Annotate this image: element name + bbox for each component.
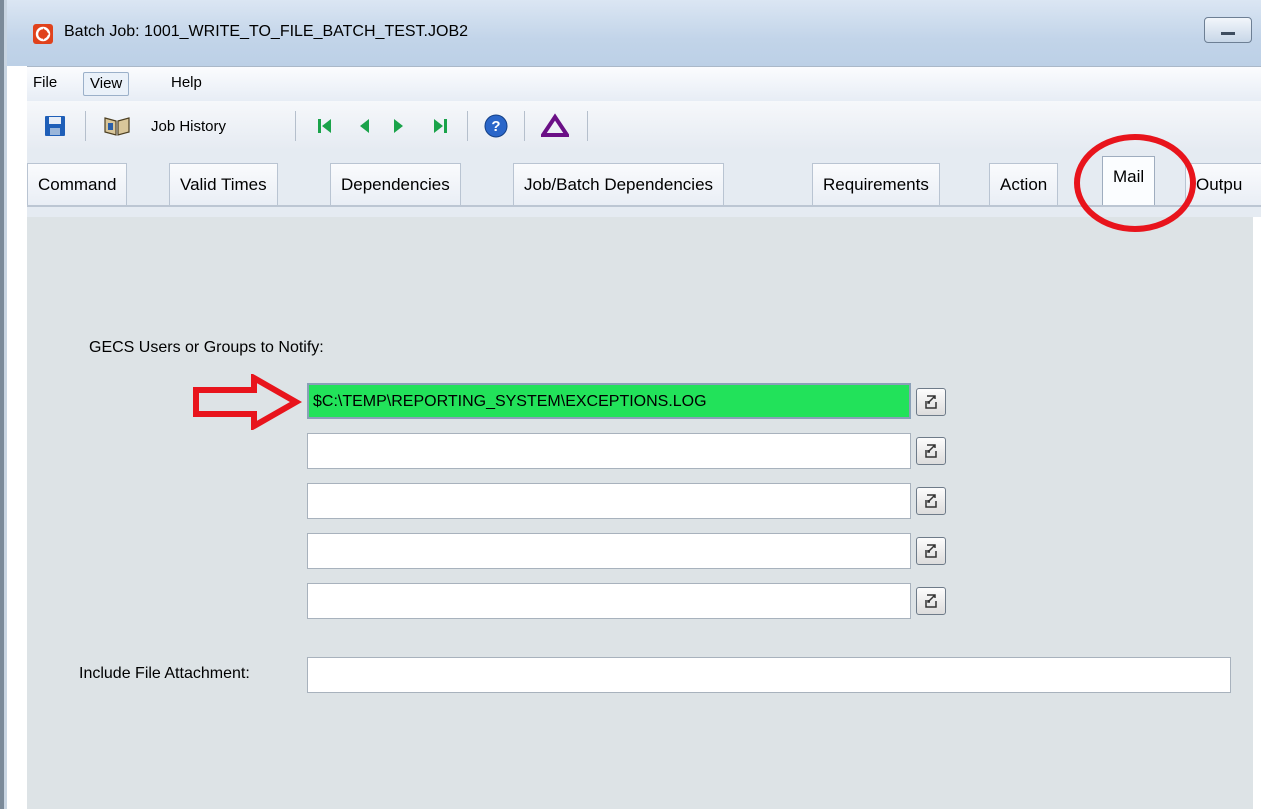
attachment-label: Include File Attachment: xyxy=(79,665,250,682)
save-icon[interactable] xyxy=(43,113,67,139)
toolbar-separator xyxy=(524,111,525,141)
attachment-field[interactable] xyxy=(307,657,1231,693)
first-icon[interactable] xyxy=(317,113,333,139)
book-icon xyxy=(104,117,130,136)
last-icon[interactable] xyxy=(432,113,448,139)
toolbar-separator xyxy=(295,111,296,141)
job-history-button[interactable]: Job History xyxy=(99,109,275,143)
notify-field-5[interactable] xyxy=(307,583,911,619)
app-icon xyxy=(33,24,53,44)
picker-icon xyxy=(925,544,937,558)
notify-field-3[interactable] xyxy=(307,483,911,519)
notify-field-4[interactable] xyxy=(307,533,911,569)
picker-icon xyxy=(925,395,937,409)
tab-underline xyxy=(27,205,1261,207)
svg-text:?: ? xyxy=(491,118,500,135)
menu-help[interactable]: Help xyxy=(165,72,208,94)
minimize-button[interactable] xyxy=(1204,17,1252,43)
tab-job-batch-dependencies[interactable]: Job/Batch Dependencies xyxy=(513,163,725,205)
notify-picker-button-5[interactable] xyxy=(916,587,946,615)
toolbar: Job History ? xyxy=(27,101,1261,150)
toolbar-separator xyxy=(85,111,86,141)
picker-icon xyxy=(925,444,937,458)
toolbar-separator xyxy=(467,111,468,141)
next-icon[interactable] xyxy=(392,113,406,139)
menu-bar: File View Help xyxy=(27,66,1261,101)
notify-picker-button-4[interactable] xyxy=(916,537,946,565)
notify-picker-button-2[interactable] xyxy=(916,437,946,465)
tab-dependencies[interactable]: Dependencies xyxy=(330,163,461,205)
tab-command[interactable]: Command xyxy=(27,163,128,205)
notify-picker-button-3[interactable] xyxy=(916,487,946,515)
tab-bar: Command Valid Times Dependencies Job/Bat… xyxy=(27,149,1261,217)
window-right-edge xyxy=(1253,217,1261,809)
tab-requirements[interactable]: Requirements xyxy=(812,163,940,205)
tab-valid-times[interactable]: Valid Times xyxy=(169,163,278,205)
previous-icon[interactable] xyxy=(357,113,371,139)
menu-file[interactable]: File xyxy=(27,72,63,94)
notify-field-2[interactable] xyxy=(307,433,911,469)
picker-icon xyxy=(925,594,937,608)
notify-field-1[interactable]: $C:\TEMP\REPORTING_SYSTEM\EXCEPTIONS.LOG xyxy=(307,383,911,419)
window-left-border xyxy=(4,0,7,809)
delta-icon[interactable] xyxy=(541,113,569,139)
toolbar-separator xyxy=(587,111,588,141)
picker-icon xyxy=(925,494,937,508)
tab-action[interactable]: Action xyxy=(989,163,1059,205)
tab-output[interactable]: Outpu xyxy=(1185,163,1261,205)
menu-view[interactable]: View xyxy=(83,72,130,96)
minimize-icon xyxy=(1221,32,1235,35)
help-icon[interactable]: ? xyxy=(483,113,509,139)
notify-label: GECS Users or Groups to Notify: xyxy=(89,339,324,356)
job-history-label: Job History xyxy=(151,118,227,135)
tab-mail[interactable]: Mail xyxy=(1102,156,1156,207)
mail-panel: GECS Users or Groups to Notify: $C:\TEMP… xyxy=(27,217,1253,809)
notify-picker-button-1[interactable] xyxy=(916,388,946,416)
window-title: Batch Job: 1001_WRITE_TO_FILE_BATCH_TEST… xyxy=(64,23,469,40)
title-bar: Batch Job: 1001_WRITE_TO_FILE_BATCH_TEST… xyxy=(7,0,1261,66)
